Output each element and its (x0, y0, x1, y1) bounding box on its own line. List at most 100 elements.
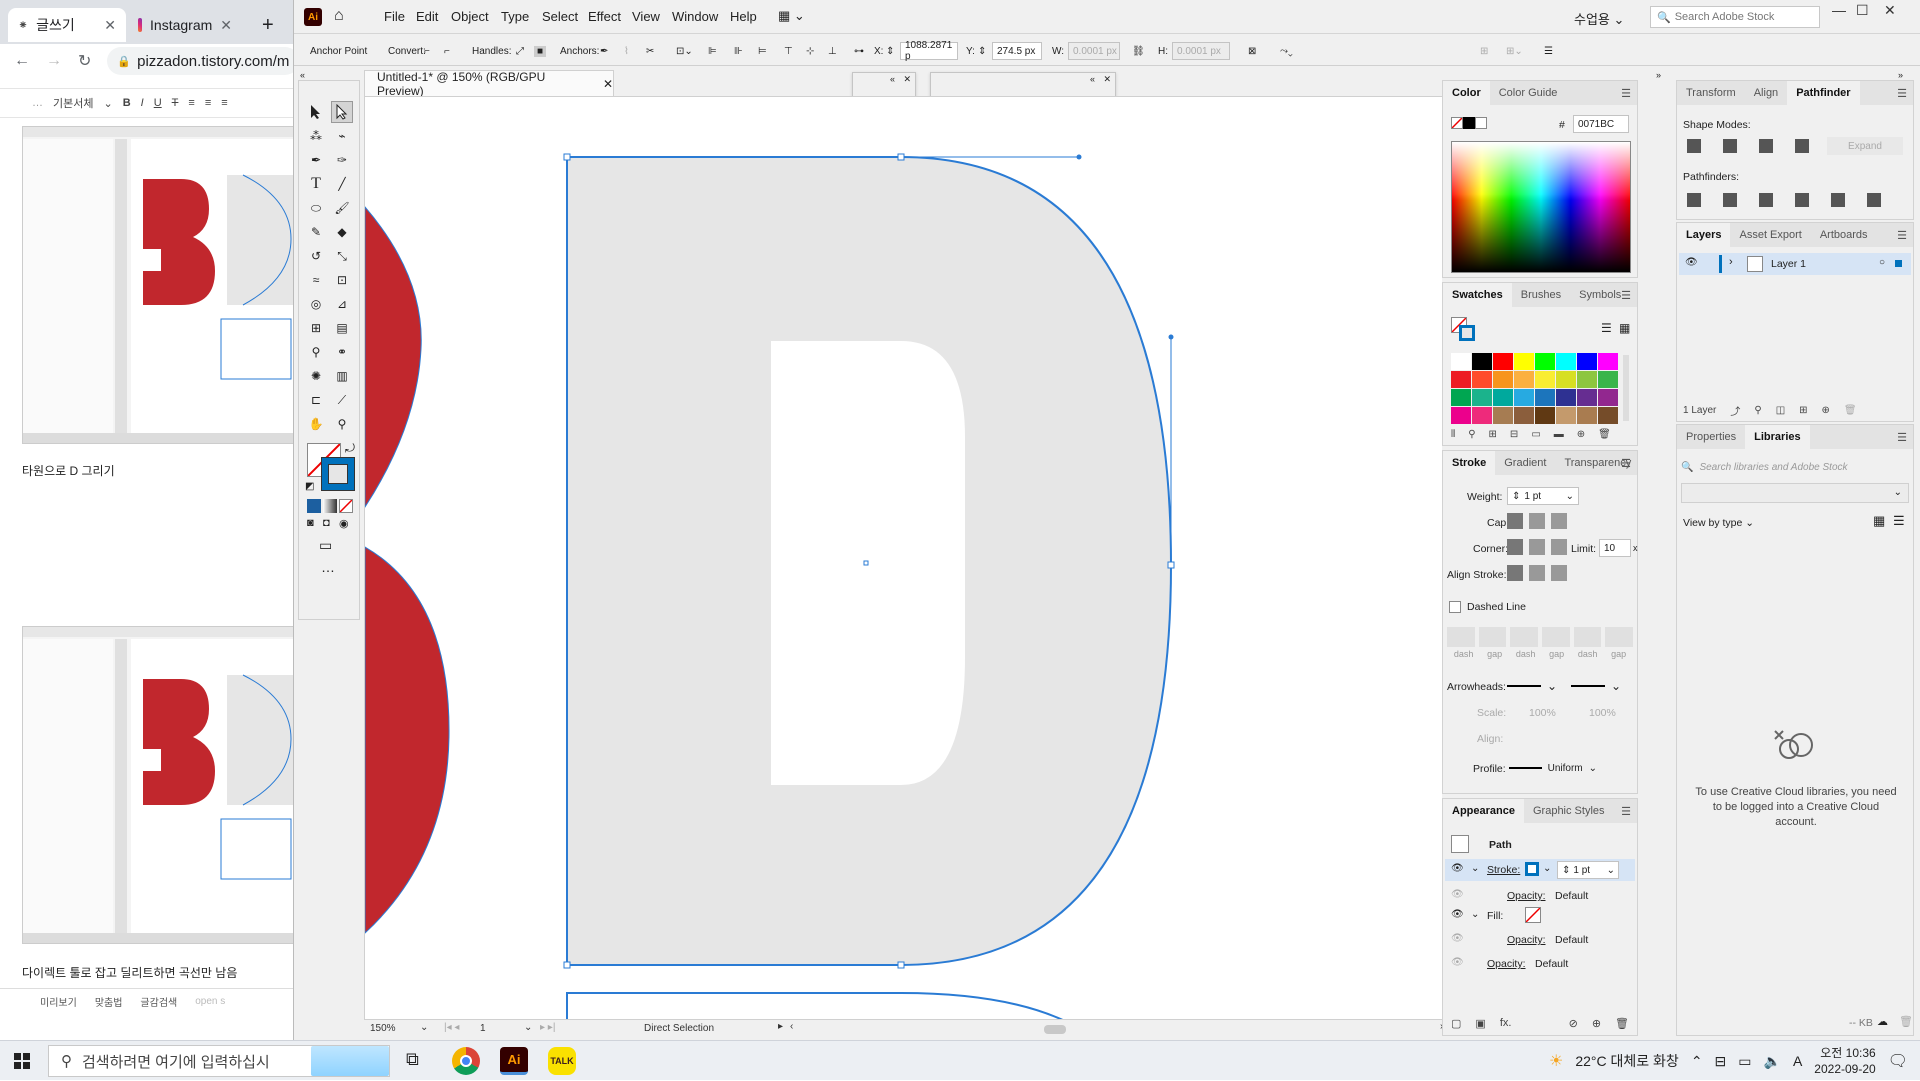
bevel-join-icon[interactable] (1551, 539, 1567, 555)
tab-gradient[interactable]: Gradient (1495, 451, 1555, 475)
color-swatch[interactable] (1577, 371, 1597, 388)
swatch-options-icon[interactable]: ⊞ (1489, 429, 1497, 443)
preview-button[interactable]: 미리보기 (40, 994, 77, 1009)
menu-type[interactable]: Type (501, 9, 529, 24)
color-swatch[interactable] (1535, 407, 1555, 424)
lasso-icon[interactable]: ⌁ (331, 125, 353, 147)
direct-selection-tool-icon[interactable] (331, 101, 353, 123)
cut-path-icon[interactable]: ✂ (646, 46, 654, 57)
color-swatch[interactable] (1514, 353, 1534, 370)
miter-join-icon[interactable] (1507, 539, 1523, 555)
align-left-icon[interactable]: ⊫ (708, 46, 717, 57)
color-swatch[interactable] (1451, 371, 1471, 388)
gap-field[interactable] (1478, 627, 1507, 647)
horizontal-scrollbar-thumb[interactable] (1044, 1025, 1066, 1034)
align-right-icon[interactable]: ≡ (221, 97, 227, 109)
minus-back-icon[interactable] (1867, 193, 1881, 207)
color-swatch[interactable] (1472, 371, 1492, 388)
open-button[interactable]: open s (195, 996, 225, 1007)
duplicate-item-icon[interactable]: ⊕ (1592, 1017, 1601, 1030)
scroll-left-icon[interactable]: ‹ (790, 1021, 793, 1032)
isolate-icon[interactable]: ⊡⌄ (676, 46, 693, 57)
draw-inside-icon[interactable]: ◉ (339, 517, 349, 530)
dash-field[interactable] (1510, 627, 1539, 647)
color-swatch[interactable] (1598, 389, 1618, 406)
task-view-icon[interactable]: ⧉ (406, 1049, 419, 1070)
ime-indicator[interactable]: A (1793, 1053, 1802, 1069)
chrome-taskbar-icon[interactable] (452, 1047, 480, 1075)
stock-search-field[interactable]: 🔍 Search Adobe Stock (1650, 6, 1820, 28)
fill-color-swatch[interactable] (1525, 907, 1541, 923)
post-editor-body[interactable]: 타원으로 D 그리기 다이렉트 툴로 잡고 딜리트하면 곡선만 남음 (0, 118, 293, 988)
artwork[interactable] (365, 97, 1454, 1020)
magic-wand-icon[interactable]: ⁂ (305, 125, 327, 147)
color-swatch[interactable] (1556, 371, 1576, 388)
white-swatch[interactable] (1475, 117, 1487, 129)
rotate-tool-icon[interactable]: ↺ (305, 245, 327, 267)
draw-normal-icon[interactable]: ◙ (307, 517, 314, 529)
color-swatch[interactable] (1577, 407, 1597, 424)
intersect-icon[interactable] (1759, 139, 1773, 153)
tab-color[interactable]: Color (1443, 81, 1490, 105)
add-fill-icon[interactable]: ▣ (1475, 1017, 1485, 1030)
workspace-select[interactable]: 수업용 ⌄ (1574, 9, 1624, 28)
color-swatch[interactable] (1598, 371, 1618, 388)
square-cap-icon[interactable] (1551, 513, 1567, 529)
menu-file[interactable]: File (384, 9, 405, 24)
zoom-tool-icon[interactable]: ⚲ (331, 413, 353, 435)
chevron-down-icon[interactable]: ⌄ (1471, 863, 1479, 874)
opacity-label[interactable]: Opacity: (1487, 958, 1526, 970)
shape-builder-icon[interactable]: ◎ (305, 293, 327, 315)
color-swatch[interactable] (1514, 407, 1534, 424)
dashed-line-checkbox[interactable] (1449, 601, 1461, 613)
color-swatch[interactable] (1493, 353, 1513, 370)
color-mode-icon[interactable] (307, 499, 321, 513)
collapse-icon[interactable]: « (890, 74, 895, 84)
align-outside-stroke-icon[interactable] (1551, 565, 1567, 581)
shaper-tool-icon[interactable]: ✎ (305, 221, 327, 243)
warp-tool-icon[interactable]: ≈ (305, 269, 327, 291)
forward-icon[interactable]: → (46, 52, 62, 70)
artboard-canvas[interactable] (364, 96, 1454, 1020)
ellipse-tool-icon[interactable]: ⬭ (305, 197, 327, 219)
artboard-tool-icon[interactable]: ⊏ (305, 389, 327, 411)
chevron-down-icon[interactable]: ⌄ (1543, 863, 1551, 874)
delete-icon[interactable]: 🗑 (1598, 429, 1611, 443)
taskbar-search-field[interactable]: ⚲ 검색하려면 여기에 입력하십시 (48, 1045, 390, 1077)
tab-properties[interactable]: Properties (1677, 425, 1745, 449)
stroke-color-swatch[interactable] (1525, 862, 1539, 876)
windows-start-icon[interactable] (14, 1053, 30, 1069)
clipping-mask-icon[interactable]: ◫ (1776, 405, 1785, 416)
weather-icon[interactable]: ☀ (1549, 1051, 1563, 1071)
paintbrush-icon[interactable]: 🖌 (331, 197, 353, 219)
panel-menu-icon[interactable]: ☰ (1621, 87, 1631, 100)
weight-field[interactable]: ⇕ 1 pt ⌄ (1507, 487, 1579, 505)
close-document-icon[interactable]: ✕ (603, 77, 613, 91)
arrange-icon[interactable]: ⊞ (1480, 46, 1488, 57)
reference-point-icon[interactable]: ⊶ (854, 46, 864, 57)
artboard-number[interactable]: 1 (480, 1023, 486, 1034)
panel-menu-icon[interactable]: ☰ (1621, 457, 1631, 470)
chevron-down-icon[interactable]: ⌄ (420, 1022, 428, 1033)
color-swatch[interactable] (1577, 389, 1597, 406)
illustrator-taskbar-icon[interactable]: Ai (500, 1047, 528, 1075)
ellipsis-icon[interactable]: … (32, 97, 43, 109)
none-swatch[interactable] (1451, 117, 1463, 129)
tab-stroke[interactable]: Stroke (1443, 451, 1496, 475)
align-center-stroke-icon[interactable] (1507, 565, 1523, 581)
start-arrowhead-select[interactable]: ⌄ (1507, 677, 1563, 695)
target-icon[interactable]: ○ (1879, 257, 1885, 268)
color-swatch[interactable] (1472, 389, 1492, 406)
color-swatch[interactable] (1556, 353, 1576, 370)
round-join-icon[interactable] (1529, 539, 1545, 555)
back-icon[interactable]: ← (14, 52, 30, 70)
pen-tool-icon[interactable]: ✒ (305, 149, 327, 171)
browser-tab-write[interactable]: ⁕ 글쓰기 ✕ (8, 8, 126, 42)
menu-window[interactable]: Window (672, 9, 718, 24)
align-left-icon[interactable]: ≡ (188, 97, 194, 109)
color-swatch[interactable] (1598, 407, 1618, 424)
dash-field[interactable] (1573, 627, 1602, 647)
tab-brushes[interactable]: Brushes (1512, 283, 1570, 307)
library-search-field[interactable]: 🔍 Search libraries and Adobe Stock (1681, 457, 1909, 477)
new-sublayer-icon[interactable]: ⊞ (1799, 405, 1807, 416)
